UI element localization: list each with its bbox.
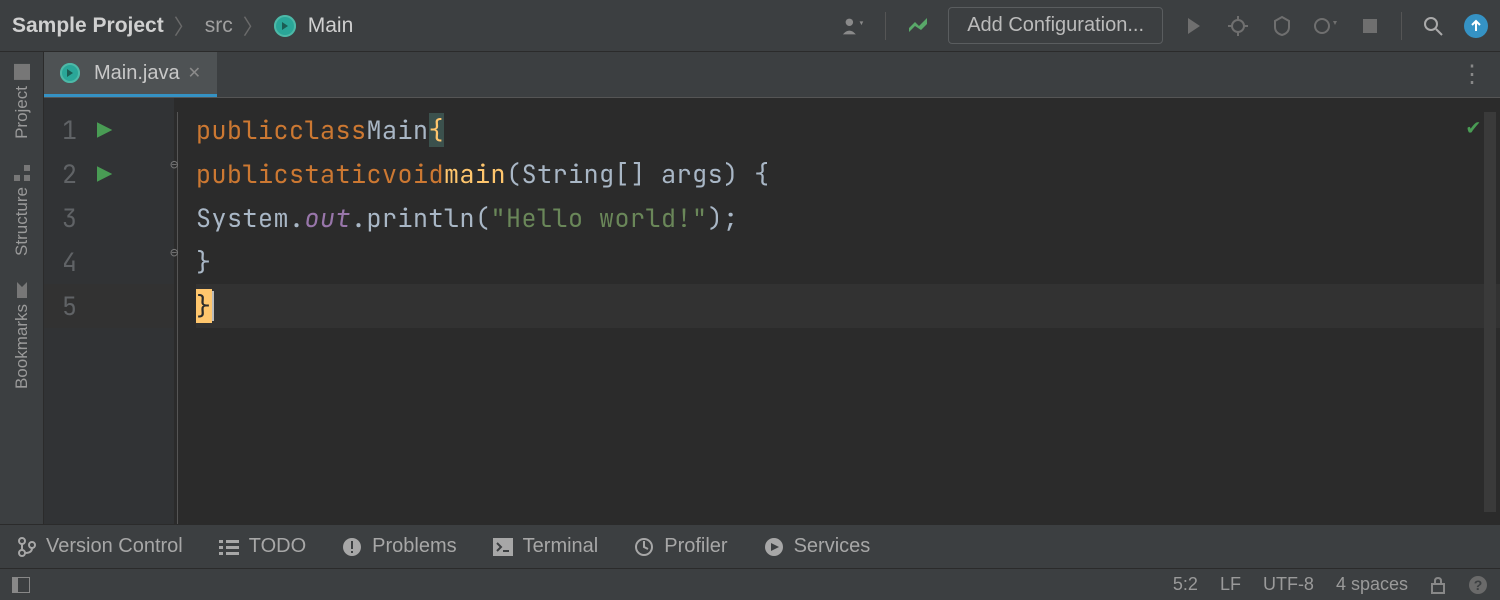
toolbar-actions: Add Configuration... [841,7,1488,44]
readonly-lock-icon[interactable] [1430,576,1446,594]
line-number[interactable]: 2▶ [44,152,174,196]
branch-icon [18,537,36,557]
profiler-icon [634,537,654,557]
profile-icon[interactable] [1313,13,1339,39]
warning-icon [342,537,362,557]
structure-tool-label: Structure [12,187,32,256]
terminal-icon [493,538,513,556]
list-icon [219,539,239,555]
scrollbar[interactable] [1484,112,1496,512]
main-area: Project Structure Bookmarks Main.java ✕ [0,52,1500,524]
code-area[interactable]: 1▶ 2▶ 3 4 5 ⊖ ⊖ public class Main { publ… [44,98,1500,524]
services-button[interactable]: Services [764,535,871,558]
indent-setting[interactable]: 4 spaces [1336,574,1408,595]
services-icon [764,537,784,557]
file-encoding[interactable]: UTF-8 [1263,574,1314,595]
todo-label: TODO [249,535,306,558]
bookmark-icon [15,282,29,298]
line-number[interactable]: 4 [44,240,174,284]
run-icon[interactable] [1181,13,1207,39]
profiler-button[interactable]: Profiler [634,535,727,558]
terminal-button[interactable]: Terminal [493,535,599,558]
inspection-ok-icon[interactable]: ✔ [1467,112,1480,141]
breadcrumb-project[interactable]: Sample Project [12,14,164,38]
add-configuration-button[interactable]: Add Configuration... [948,7,1163,44]
cursor-position[interactable]: 5:2 [1173,574,1198,595]
breadcrumb: Sample Project 〉 src 〉 Main [12,11,353,41]
tab-overflow-icon[interactable]: ⋮ [1444,52,1500,97]
gutter: 1▶ 2▶ 3 4 5 [44,98,174,524]
bottom-toolbar: Version Control TODO Problems Terminal P… [0,524,1500,568]
structure-icon [14,165,30,181]
user-icon[interactable] [841,13,867,39]
coverage-icon[interactable] [1269,13,1295,39]
toolbar-separator [885,12,886,40]
line-number[interactable]: 1▶ [44,108,174,152]
project-tool-label: Project [12,86,32,139]
breadcrumb-class[interactable]: Main [308,14,354,38]
run-gutter-icon[interactable]: ▶ [97,113,112,147]
bookmarks-tool-button[interactable]: Bookmarks [12,282,32,389]
stop-icon[interactable] [1357,13,1383,39]
problems-label: Problems [372,535,456,558]
left-tool-rail: Project Structure Bookmarks [0,52,44,524]
chevron-right-icon: 〉 [243,11,264,41]
version-control-button[interactable]: Version Control [18,535,183,558]
run-gutter-icon[interactable]: ▶ [97,157,112,191]
editor-tabs: Main.java ✕ ⋮ [44,52,1500,98]
class-icon [60,63,80,83]
search-icon[interactable] [1420,13,1446,39]
build-icon[interactable] [904,13,930,39]
folder-icon [14,64,30,80]
help-icon[interactable]: ? [1468,575,1488,595]
version-control-label: Version Control [46,535,183,558]
debug-icon[interactable] [1225,13,1251,39]
breadcrumb-folder[interactable]: src [205,14,233,38]
code-text[interactable]: public class Main { public static void m… [174,98,1500,524]
bookmarks-tool-label: Bookmarks [12,304,32,389]
profiler-label: Profiler [664,535,727,558]
structure-tool-button[interactable]: Structure [12,165,32,256]
status-bar: 5:2 LF UTF-8 4 spaces ? [0,568,1500,600]
update-icon[interactable] [1464,14,1488,38]
line-number[interactable]: 5 [44,284,174,328]
line-ending[interactable]: LF [1220,574,1241,595]
close-icon[interactable]: ✕ [188,63,201,83]
chevron-right-icon: 〉 [174,11,195,41]
text-cursor [212,291,214,321]
toolbar-separator [1401,12,1402,40]
line-number[interactable]: 3 [44,196,174,240]
tab-main-java[interactable]: Main.java ✕ [44,52,217,97]
services-label: Services [794,535,871,558]
problems-button[interactable]: Problems [342,535,456,558]
top-toolbar: Sample Project 〉 src 〉 Main Add Configur… [0,0,1500,52]
tool-window-toggle-icon[interactable] [12,577,30,593]
svg-text:?: ? [1474,577,1483,593]
todo-button[interactable]: TODO [219,535,306,558]
tab-label: Main.java [94,62,180,85]
terminal-label: Terminal [523,535,599,558]
editor: Main.java ✕ ⋮ 1▶ 2▶ 3 4 5 ⊖ ⊖ public cla… [44,52,1500,524]
class-icon [274,15,296,37]
project-tool-button[interactable]: Project [12,64,32,139]
